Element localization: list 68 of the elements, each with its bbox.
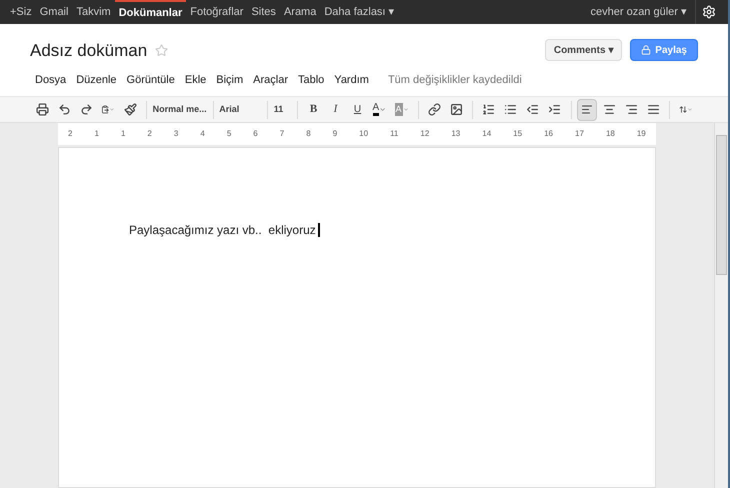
comments-button[interactable]: Comments ▾ [544, 39, 622, 61]
align-icon [602, 103, 616, 116]
ruler-number: 18 [606, 128, 615, 140]
ruler-number: 2 [68, 128, 72, 140]
save-status: Tüm değişiklikler kaydedildi [388, 72, 522, 88]
bulleted-list-icon [504, 103, 518, 116]
increase-indent-icon [548, 103, 562, 116]
ruler-number: 16 [544, 128, 553, 140]
ruler-number: 19 [636, 128, 646, 140]
bold-button[interactable]: B [304, 98, 324, 120]
ruler-number: 17 [575, 128, 584, 140]
ruler-number: 9 [332, 128, 338, 140]
align-icon [624, 103, 638, 116]
redo-icon [80, 103, 92, 116]
ruler-number: 6 [253, 128, 258, 140]
ruler-number: 13 [451, 128, 460, 140]
menu-item[interactable]: Görüntüle [122, 72, 180, 88]
ruler-number: 4 [200, 128, 205, 140]
menu-item[interactable]: Düzenle [71, 72, 122, 88]
clipboard-icon [101, 103, 110, 116]
align-icon [581, 103, 594, 116]
ruler-number: 8 [306, 128, 311, 140]
style-dropdown[interactable]: Normal me... [152, 102, 207, 116]
ruler-number: 15 [513, 128, 522, 140]
ruler-number: 3 [174, 128, 178, 140]
scrollbar[interactable] [714, 123, 728, 488]
menu-item[interactable]: Yardım [329, 72, 374, 88]
ruler-number: 1 [120, 128, 126, 140]
link-icon [428, 103, 441, 116]
ruler-number: 2 [147, 128, 152, 140]
ruler-number: 7 [280, 128, 284, 140]
nav-link[interactable]: Fotoğraflar [186, 0, 248, 24]
lock-icon [641, 45, 652, 55]
numbered-list-icon [482, 103, 496, 116]
menu-item[interactable]: Ekle [180, 72, 212, 88]
print-icon [36, 103, 48, 116]
nav-link[interactable]: Arama [280, 0, 320, 24]
nav-link[interactable]: Sites [247, 0, 280, 24]
ruler-number: 10 [359, 128, 368, 140]
document-title[interactable]: Adsız doküman [30, 38, 148, 64]
font-dropdown[interactable]: Arial [219, 102, 262, 116]
ruler-number: 14 [482, 128, 492, 140]
menu-item[interactable]: Araçlar [248, 72, 293, 88]
ruler-number: 11 [390, 128, 398, 140]
size-dropdown[interactable]: 11 [274, 102, 291, 116]
nav-link[interactable]: Gmail [36, 0, 72, 24]
ruler-number: 12 [420, 128, 430, 140]
menu-item[interactable]: Biçim [211, 72, 248, 88]
nav-link[interactable]: Takvim [72, 0, 115, 24]
document-text: Paylaşacağımız yazı vb.. ekliyoruz [129, 223, 320, 237]
ruler-number: 1 [94, 128, 99, 140]
undo-icon [58, 103, 70, 116]
paintbrush-icon [124, 103, 136, 116]
image-icon [450, 103, 463, 116]
decrease-indent-icon [526, 103, 540, 116]
nav-link[interactable]: +Siz [6, 0, 36, 24]
nav-link[interactable]: Daha fazlası ▾ [320, 0, 399, 24]
menu-item[interactable]: Dosya [30, 72, 72, 88]
align-button[interactable] [577, 98, 598, 120]
italic-button[interactable]: I [326, 98, 346, 120]
star-icon[interactable] [155, 44, 168, 58]
settings-icon[interactable] [702, 5, 716, 19]
align-icon [646, 103, 660, 116]
underline-button[interactable]: U [348, 98, 368, 120]
user-name[interactable]: cevher ozan güler ▾ [590, 4, 695, 20]
menu-item[interactable]: Tablo [293, 72, 330, 88]
ruler-number: 5 [226, 128, 232, 140]
text-color-button[interactable]: A [370, 98, 390, 120]
